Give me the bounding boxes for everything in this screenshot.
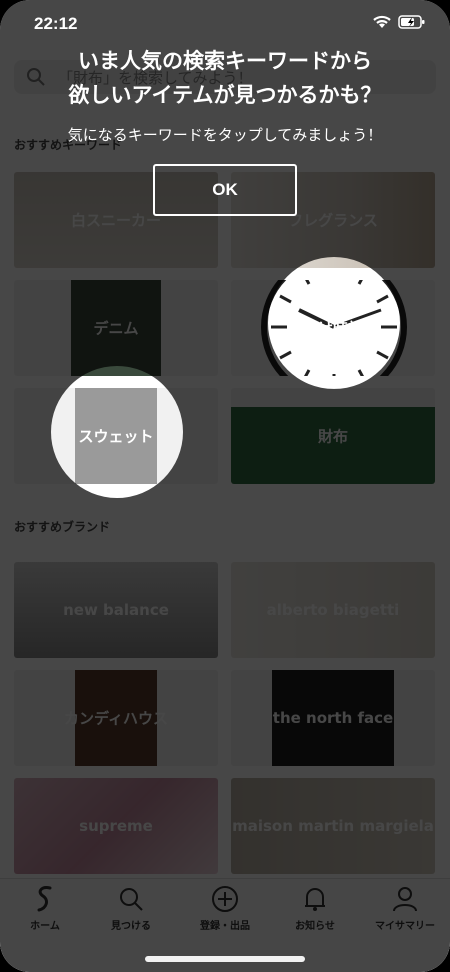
wifi-icon — [373, 15, 391, 28]
brand-tile-supreme[interactable]: supreme — [14, 778, 218, 874]
brand-label: the north face — [272, 709, 394, 727]
brand-tile-the-north-face[interactable]: the north face — [231, 670, 435, 766]
brand-label: new balance — [63, 601, 169, 619]
brand-tile-condehouse[interactable]: カンディハウス — [14, 670, 218, 766]
brand-tile-new-balance[interactable]: new balance — [14, 562, 218, 658]
tab-find[interactable]: 見つける — [86, 883, 176, 932]
brand-label: supreme — [79, 817, 153, 835]
tab-label: ホーム — [30, 921, 60, 932]
keyword-label: 掛け時計 — [302, 319, 363, 338]
tab-notifications[interactable]: お知らせ — [270, 883, 360, 932]
home-indicator — [145, 956, 305, 962]
tab-label: マイサマリー — [375, 921, 435, 932]
tab-my-summary[interactable]: マイサマリー — [360, 883, 450, 932]
brand-label: maison martin margiela — [232, 817, 434, 835]
person-icon — [360, 883, 450, 915]
keyword-tile-wallet[interactable]: 財布 — [231, 388, 435, 484]
keyword-label: デニム — [93, 319, 139, 338]
plus-circle-icon — [180, 883, 270, 915]
tab-label: お知らせ — [295, 921, 335, 932]
battery-charging-icon — [398, 15, 425, 29]
brand-label: alberto biagetti — [266, 601, 400, 619]
section-title-brands: おすすめブランド — [14, 520, 111, 534]
keyword-tile-wall-clock[interactable]: 掛け時計 — [231, 280, 435, 376]
keyword-label: 財布 — [317, 427, 348, 446]
tab-register-listing[interactable]: 登録・出品 — [180, 883, 270, 932]
search-icon — [86, 883, 176, 915]
coach-subtitle: 気になるキーワードをタップしてみましょう！ — [67, 126, 383, 144]
ok-button[interactable]: OK — [153, 164, 297, 216]
coach-title-line2: 欲しいアイテムが見つかるかも？ — [68, 83, 382, 107]
status-time: 22:12 — [34, 14, 78, 33]
app-screen: 「財布」を検索してみよう！ おすすめキーワード 白スニーカー フレグランス デニ… — [0, 0, 450, 972]
brand-tile-alberto-biagetti[interactable]: alberto biagetti — [231, 562, 435, 658]
brand-label: カンディハウス — [64, 709, 168, 728]
status-icons — [372, 14, 426, 30]
tab-home[interactable]: ホーム — [0, 883, 90, 932]
home-logo-icon — [0, 883, 90, 915]
brand-tile-maison-martin-margiela[interactable]: maison martin margiela — [231, 778, 435, 874]
status-bar: 22:12 — [0, 0, 450, 48]
tab-label: 登録・出品 — [200, 921, 250, 932]
keyword-tile-denim[interactable]: デニム — [14, 280, 218, 376]
tab-label: 見つける — [111, 921, 151, 932]
bell-icon — [270, 883, 360, 915]
coach-title-line1: いま人気の検索キーワードから — [78, 49, 372, 73]
keyword-label: スウェット — [78, 427, 154, 446]
keyword-tile-sweat[interactable]: スウェット — [14, 388, 218, 484]
